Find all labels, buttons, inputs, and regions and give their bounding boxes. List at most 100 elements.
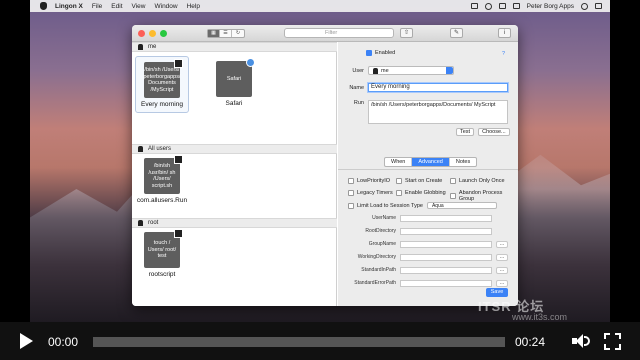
stdin-browse-button[interactable]: … xyxy=(496,267,508,274)
menu-window[interactable]: Window xyxy=(154,3,177,10)
enabled-checkbox[interactable] xyxy=(366,50,372,56)
filter-search-input[interactable]: Filter xyxy=(284,28,394,38)
checkbox[interactable] xyxy=(348,178,354,184)
enabled-label: Enabled xyxy=(375,50,396,56)
letterbox-right xyxy=(610,0,640,322)
test-button[interactable]: Test xyxy=(456,128,475,136)
history-icon[interactable]: ↻ xyxy=(232,30,244,37)
checkbox[interactable] xyxy=(348,190,354,196)
group-header-root: root xyxy=(132,218,337,228)
choose-button[interactable]: Choose... xyxy=(478,128,510,136)
check-label: Enable Globbing xyxy=(405,190,446,196)
menu-help[interactable]: Help xyxy=(187,3,200,10)
run-buttons: Test Choose... xyxy=(456,128,510,136)
grid-view-icon[interactable]: ▦ xyxy=(208,30,220,37)
stdin-path-field[interactable] xyxy=(400,267,492,274)
list-view-icon[interactable]: ☰ xyxy=(220,30,232,37)
checkbox[interactable] xyxy=(396,178,402,184)
menu-edit[interactable]: Edit xyxy=(111,3,122,10)
close-window-button[interactable] xyxy=(138,30,145,37)
minimize-window-button[interactable] xyxy=(149,30,156,37)
limit-session-row[interactable]: Limit Load to Session Type Aqua xyxy=(348,202,497,209)
run-row: Run /bin/sh /Users/peterborgapps/Documen… xyxy=(348,100,508,124)
checkbox[interactable] xyxy=(348,202,354,209)
tab-notes[interactable]: Notes xyxy=(450,158,476,166)
job-tile-rootscript[interactable]: touch / Users/ root/ test rootscript xyxy=(135,229,189,278)
group-title: me xyxy=(148,44,157,50)
user-value: me xyxy=(381,67,389,74)
edit-pencil-icon[interactable]: ✎ xyxy=(450,28,463,38)
working-directory-field[interactable] xyxy=(400,254,492,261)
group-name-field[interactable] xyxy=(400,241,492,248)
detail-tabs: When Advanced Notes xyxy=(384,157,478,167)
root-directory-field[interactable] xyxy=(400,228,492,235)
clock-icon[interactable] xyxy=(484,2,492,10)
spotlight-icon[interactable] xyxy=(581,2,588,10)
status-badge xyxy=(174,229,183,238)
group-name-browse-button[interactable]: … xyxy=(496,241,508,248)
volume-icon[interactable] xyxy=(572,334,590,348)
name-field[interactable]: Every morning xyxy=(368,83,508,92)
username-field[interactable] xyxy=(400,215,492,222)
checkbox[interactable] xyxy=(450,178,456,184)
root-directory-label: RootDirectory xyxy=(365,228,396,234)
group-header-allusers: All users xyxy=(132,144,337,154)
job-command-preview: /bin/sh /Users/ peterborgapps/ Documents… xyxy=(143,67,181,93)
apple-icon[interactable] xyxy=(40,2,47,10)
group-header-me: me xyxy=(132,42,337,52)
check-low-priority[interactable]: LowPriorityIO xyxy=(348,178,390,184)
lingon-window: ▦ ☰ ↻ Filter ⇧ ✎ i me /bin/sh /Users/ pe… xyxy=(132,25,518,306)
menu-file[interactable]: File xyxy=(92,3,102,10)
watermark-url: www.it3s.com xyxy=(512,312,568,322)
notification-center-icon[interactable] xyxy=(595,3,602,9)
view-mode-segment[interactable]: ▦ ☰ ↻ xyxy=(207,29,245,38)
titlebar: ▦ ☰ ↻ Filter ⇧ ✎ i xyxy=(132,25,518,42)
check-abandon-group[interactable]: Abandon Process Group xyxy=(450,190,518,202)
stdin-path-label: StandardInPath xyxy=(361,267,396,273)
run-command-field[interactable]: /bin/sh /Users/peterborgapps/Documents/ … xyxy=(368,100,508,124)
check-legacy-timers[interactable]: Legacy Timers xyxy=(348,190,393,196)
stderr-browse-button[interactable]: … xyxy=(496,280,508,287)
check-label: Abandon Process Group xyxy=(458,190,503,202)
tab-advanced[interactable]: Advanced xyxy=(412,158,450,166)
status-badge xyxy=(174,59,183,68)
tab-when[interactable]: When xyxy=(385,158,413,166)
info-icon[interactable]: i xyxy=(498,28,511,38)
job-tile-allusers[interactable]: /bin/sh /usr/bin/ sh /Users/ script.sh c… xyxy=(135,155,189,204)
check-globbing[interactable]: Enable Globbing xyxy=(396,190,446,196)
checkbox[interactable] xyxy=(396,190,402,196)
run-label: Run xyxy=(353,100,364,106)
battery-icon[interactable] xyxy=(512,3,520,9)
enabled-row[interactable]: Enabled xyxy=(366,50,395,56)
job-tile-safari[interactable]: Safari Safari xyxy=(207,58,261,107)
screen-icon[interactable] xyxy=(470,3,478,9)
current-time: 00:00 xyxy=(48,335,79,349)
stderr-path-field[interactable] xyxy=(400,280,492,287)
mac-menubar: Lingon X File Edit View Window Help Pete… xyxy=(30,0,610,12)
users-icon xyxy=(138,146,143,152)
user-label: User xyxy=(352,67,364,74)
job-tile-every-morning[interactable]: /bin/sh /Users/ peterborgapps/ Documents… xyxy=(135,56,189,113)
menu-username[interactable]: Peter Borg Apps xyxy=(527,3,574,10)
job-icon: /bin/sh /Users/ peterborgapps/ Documents… xyxy=(143,59,183,98)
job-icon: touch / Users/ root/ test xyxy=(144,229,183,268)
user-icon xyxy=(138,44,143,50)
group-title: All users xyxy=(148,146,172,152)
play-icon[interactable] xyxy=(20,333,33,349)
fullscreen-icon[interactable] xyxy=(604,333,621,350)
menu-view[interactable]: View xyxy=(132,3,146,10)
safari-badge-icon xyxy=(246,58,255,67)
session-type-select[interactable]: Aqua xyxy=(426,202,497,209)
zoom-window-button[interactable] xyxy=(160,30,167,37)
check-start-on-create[interactable]: Start on Create xyxy=(396,178,442,184)
check-launch-once[interactable]: Launch Only Once xyxy=(450,178,505,184)
wifi-icon[interactable] xyxy=(498,3,506,9)
menu-app-name[interactable]: Lingon X xyxy=(55,3,83,10)
check-label: Launch Only Once xyxy=(459,178,505,184)
user-select[interactable]: me xyxy=(368,66,454,75)
share-icon[interactable]: ⇧ xyxy=(400,28,413,38)
checkbox[interactable] xyxy=(450,193,456,199)
working-directory-browse-button[interactable]: … xyxy=(496,254,508,261)
seek-bar[interactable] xyxy=(93,337,505,347)
help-icon[interactable]: ? xyxy=(502,51,505,57)
